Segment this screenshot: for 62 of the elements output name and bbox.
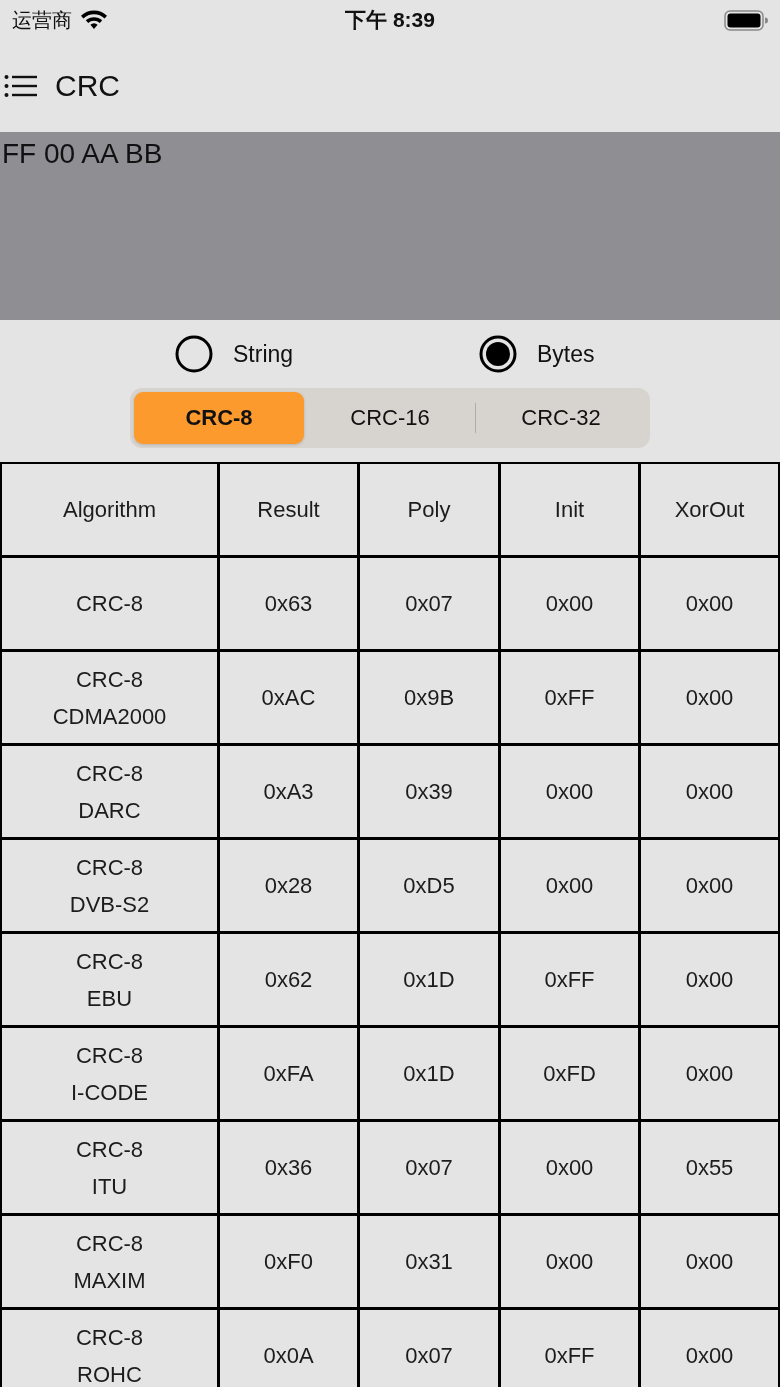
column-header: Result xyxy=(220,464,357,555)
table-cell: 0x07 xyxy=(360,1122,498,1213)
carrier-name: 运营商 xyxy=(12,7,72,33)
table-cell: 0x00 xyxy=(501,1216,638,1307)
wifi-icon xyxy=(80,10,108,30)
table-cell: 0xAC xyxy=(220,652,357,743)
table-cell: 0x55 xyxy=(641,1122,778,1213)
table-cell: 0xF0 xyxy=(220,1216,357,1307)
table-cell: 0x1D xyxy=(360,1028,498,1119)
screen-title: CRC xyxy=(55,69,120,103)
table-cell: CRC-8 ITU xyxy=(2,1122,217,1213)
table-cell: 0x63 xyxy=(220,558,357,649)
table-cell: 0x9B xyxy=(360,652,498,743)
table-cell: 0x00 xyxy=(641,1028,778,1119)
table-cell: CRC-8 MAXIM xyxy=(2,1216,217,1307)
segment-tab[interactable]: CRC-16 xyxy=(305,392,475,444)
table-cell: 0xFD xyxy=(501,1028,638,1119)
table-cell: 0xFF xyxy=(501,652,638,743)
table-cell: 0x00 xyxy=(641,840,778,931)
table-cell: 0xFA xyxy=(220,1028,357,1119)
table-cell: 0x00 xyxy=(501,1122,638,1213)
table-cell: 0x00 xyxy=(501,746,638,837)
column-header: Poly xyxy=(360,464,498,555)
column-header: XorOut xyxy=(641,464,778,555)
segment-tab[interactable]: CRC-32 xyxy=(476,392,646,444)
column-header: Algorithm xyxy=(2,464,217,555)
battery-icon xyxy=(724,9,768,31)
table-cell: CRC-8 xyxy=(2,558,217,649)
table-cell: 0xD5 xyxy=(360,840,498,931)
segment-tab[interactable]: CRC-8 xyxy=(134,392,304,444)
table-cell: 0x0A xyxy=(220,1310,357,1387)
table-cell: 0x00 xyxy=(641,558,778,649)
table-cell: 0x07 xyxy=(360,558,498,649)
clock-time: 下午 8:39 xyxy=(345,7,435,33)
table-cell: CRC-8 EBU xyxy=(2,934,217,1025)
table-cell: 0x00 xyxy=(501,558,638,649)
radio-option[interactable]: Bytes xyxy=(479,335,595,373)
table-cell: 0x1D xyxy=(360,934,498,1025)
input-field[interactable]: FF 00 AA BB xyxy=(0,132,780,320)
column-header: Init xyxy=(501,464,638,555)
table-cell: CRC-8 ROHC xyxy=(2,1310,217,1387)
table-cell: 0x00 xyxy=(641,934,778,1025)
table-cell: 0xFF xyxy=(501,934,638,1025)
table-cell: CRC-8 I-CODE xyxy=(2,1028,217,1119)
table-cell: CRC-8 DVB-S2 xyxy=(2,840,217,931)
radio-option[interactable]: String xyxy=(175,335,294,373)
table-cell: CRC-8 CDMA2000 xyxy=(2,652,217,743)
table-cell: 0x07 xyxy=(360,1310,498,1387)
table-cell: 0xFF xyxy=(501,1310,638,1387)
table-cell: 0x00 xyxy=(501,840,638,931)
table-cell: 0x39 xyxy=(360,746,498,837)
table-cell: 0x00 xyxy=(641,746,778,837)
table-cell: 0x31 xyxy=(360,1216,498,1307)
table-cell: 0x62 xyxy=(220,934,357,1025)
menu-icon[interactable] xyxy=(4,74,37,98)
table-cell: 0x36 xyxy=(220,1122,357,1213)
table-cell: CRC-8 DARC xyxy=(2,746,217,837)
table-cell: 0x28 xyxy=(220,840,357,931)
table-cell: 0x00 xyxy=(641,652,778,743)
table-cell: 0xA3 xyxy=(220,746,357,837)
table-cell: 0x00 xyxy=(641,1216,778,1307)
table-cell: 0x00 xyxy=(641,1310,778,1387)
